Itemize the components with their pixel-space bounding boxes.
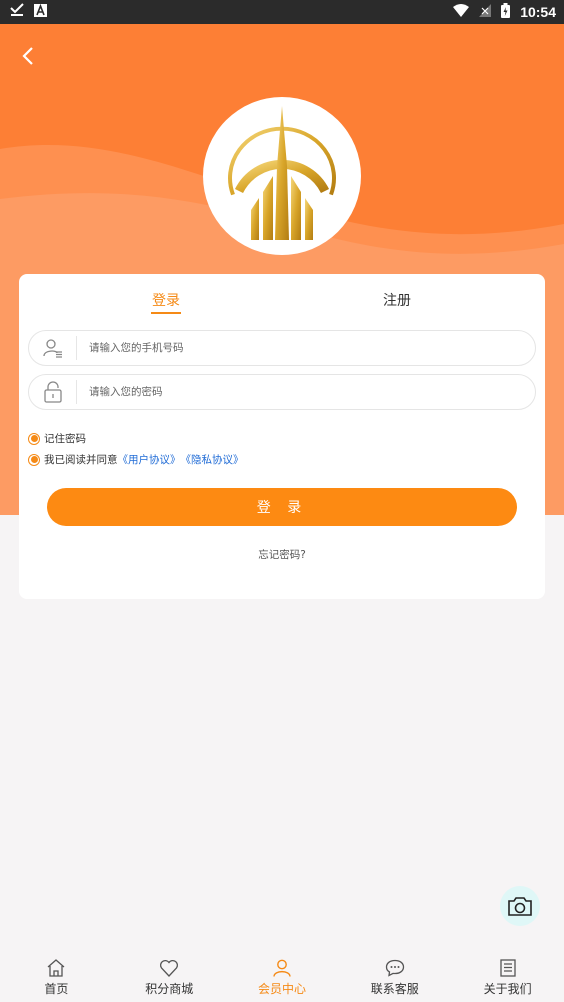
- nav-item-points-mall[interactable]: 积分商城: [113, 952, 226, 1002]
- status-bar: 10:54: [0, 0, 564, 24]
- agree-prefix: 我已阅读并同意: [44, 454, 118, 466]
- password-input[interactable]: [77, 375, 517, 409]
- tab-login[interactable]: 登录: [151, 290, 181, 314]
- document-icon: [499, 959, 516, 977]
- tab-register[interactable]: 注册: [383, 290, 411, 310]
- user-agreement-link[interactable]: 《用户协议》: [118, 452, 181, 467]
- phone-input[interactable]: [77, 331, 517, 365]
- nav-label-home: 首页: [44, 982, 69, 996]
- status-time: 10:54: [520, 4, 556, 20]
- check-download-icon: [10, 3, 24, 21]
- password-field: [28, 374, 536, 410]
- nav-item-customer-service[interactable]: 联系客服: [338, 952, 451, 1002]
- camera-button[interactable]: [500, 886, 540, 926]
- forgot-password-link[interactable]: 忘记密码?: [19, 547, 545, 562]
- home-icon: [47, 959, 65, 977]
- chevron-left-icon: [22, 47, 33, 65]
- camera-icon: [508, 897, 532, 916]
- nav-item-home[interactable]: 首页: [0, 952, 113, 1002]
- status-right: 10:54: [453, 2, 556, 22]
- user-list-icon: [29, 336, 77, 360]
- app-logo: [203, 97, 361, 255]
- nav-label-points-mall: 积分商城: [145, 982, 194, 996]
- lock-icon: [29, 380, 77, 404]
- phone-field: [28, 330, 536, 366]
- tab-login-label: 登录: [152, 293, 180, 309]
- wifi-icon: [453, 3, 470, 21]
- remember-radio[interactable]: [28, 432, 40, 445]
- bottom-nav: 首页 积分商城 会员中心 联系客服 关于我们: [0, 952, 564, 1002]
- tab-register-label: 注册: [383, 293, 411, 309]
- login-card: 登录 注册 记住密码 我已阅读并同意 《用户协议》 《隐私协议》 登 录 忘记密…: [19, 274, 545, 599]
- user-icon: [273, 959, 291, 977]
- a-app-icon: [34, 3, 47, 21]
- nav-item-member-center[interactable]: 会员中心: [226, 952, 339, 1002]
- nav-label-about-us: 关于我们: [483, 982, 532, 996]
- tab-active-underline: [151, 312, 181, 314]
- privacy-agreement-link[interactable]: 《隐私协议》: [181, 452, 244, 467]
- battery-icon: [501, 2, 511, 22]
- remember-password-row: 记住密码: [28, 431, 86, 446]
- heart-icon: [160, 959, 179, 977]
- signal-icon: [479, 3, 492, 21]
- chat-icon: [385, 959, 404, 977]
- nav-label-customer-service: 联系客服: [370, 982, 419, 996]
- login-tabs: 登录 注册: [19, 274, 545, 322]
- login-button[interactable]: 登 录: [47, 488, 517, 526]
- agreement-row: 我已阅读并同意 《用户协议》 《隐私协议》: [28, 452, 244, 467]
- tower-logo-icon: [228, 106, 336, 240]
- status-left: [10, 3, 47, 21]
- back-button[interactable]: [14, 42, 42, 70]
- remember-label: 记住密码: [44, 433, 86, 445]
- nav-item-about-us[interactable]: 关于我们: [451, 952, 564, 1002]
- agree-radio[interactable]: [28, 453, 40, 466]
- nav-label-member-center: 会员中心: [257, 982, 306, 996]
